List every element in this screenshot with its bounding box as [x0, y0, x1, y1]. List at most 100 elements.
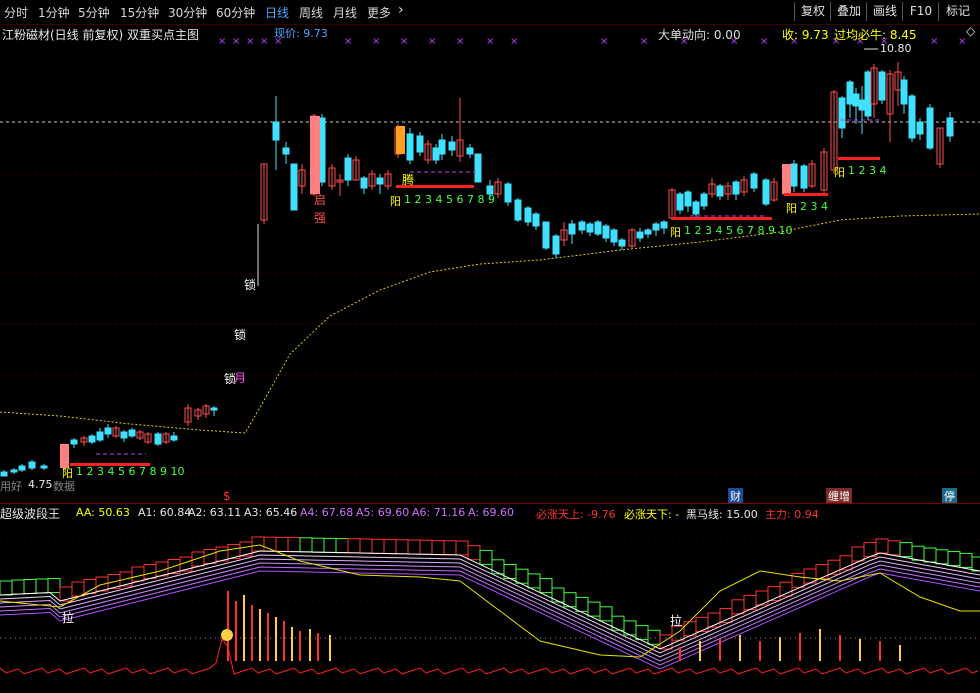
candle-body: [524, 207, 532, 223]
signal-mark: ×: [400, 36, 408, 47]
candle-body: [852, 93, 860, 107]
candle-body: [858, 99, 866, 111]
candle-body: [676, 193, 684, 211]
trend-box: [815, 564, 829, 580]
overlay-button[interactable]: 叠加: [830, 2, 867, 21]
chevron-right-icon[interactable]: ›: [398, 2, 404, 18]
candle-body: [652, 223, 660, 231]
candle-body: [700, 193, 708, 207]
signal-mark: ×: [372, 36, 380, 47]
trend-box: [959, 552, 973, 568]
candlestick-chart[interactable]: × × × × × × × × × × × × × × × × × × × × × × ×: [0, 24, 980, 504]
signal-mark: ×: [600, 36, 608, 47]
candle-body: [10, 469, 18, 473]
trend-box: [575, 596, 589, 612]
chart-area[interactable]: × × × × × × × × × × × × × × × × × × × × × × × 江粉磁材(日线 前复权) 双重买…: [0, 24, 980, 693]
candle-body: [684, 191, 692, 207]
period-tab-timeshare[interactable]: 分时: [4, 4, 28, 21]
trend-box: [599, 606, 613, 622]
candle-body: [514, 199, 522, 221]
candle-body: [448, 141, 456, 151]
trend-box: [11, 579, 25, 595]
candle-body: [660, 221, 668, 229]
indicator-a3: A3: 65.46: [244, 506, 298, 519]
candle-body: [504, 183, 512, 203]
candle-body: [602, 225, 610, 239]
candle-body: [40, 465, 48, 469]
candle-body: [594, 221, 602, 235]
candle-body: [692, 201, 700, 215]
trend-box: [755, 590, 769, 606]
trend-box: [443, 540, 457, 556]
indicator-title: 超级波段王: [0, 507, 61, 521]
mark-button[interactable]: 标记: [938, 2, 977, 21]
signal-bar: [838, 157, 880, 160]
candle-body: [282, 147, 290, 155]
candle-body: [900, 79, 908, 105]
yang-mark: 阳: [62, 467, 73, 480]
trend-box: [311, 537, 325, 553]
candle-body: [406, 133, 414, 161]
trend-box: [947, 551, 961, 567]
period-tab-1min[interactable]: 1分钟: [38, 4, 70, 21]
trend-box: [383, 539, 397, 555]
period-tab-30min[interactable]: 30分钟: [168, 4, 207, 21]
signal-bar: [784, 193, 828, 196]
candle-body: [70, 439, 78, 445]
period-tab-weekly[interactable]: 周线: [299, 4, 323, 21]
signal-mark: ×: [456, 36, 464, 47]
indicator-main-force: 主力: 0.94: [765, 508, 819, 521]
trend-box: [539, 578, 553, 594]
candle-body: [878, 71, 886, 101]
candle-body: [416, 135, 424, 153]
trend-box: [299, 537, 313, 553]
period-tab-monthly[interactable]: 月线: [333, 4, 357, 21]
candle-body: [96, 431, 104, 441]
trend-box: [431, 540, 445, 556]
low-prefix-label: 用好: [0, 480, 22, 493]
candle-body: [926, 107, 934, 149]
candle-body: [552, 235, 560, 255]
adjust-button[interactable]: 复权: [794, 2, 831, 21]
qiang-mark: 强: [314, 211, 327, 225]
candle-body: [636, 231, 644, 239]
period-tab-15min[interactable]: 15分钟: [120, 4, 159, 21]
suspend-badge[interactable]: 停: [942, 488, 957, 504]
signal-mark: ×: [930, 36, 938, 47]
trend-box: [899, 542, 913, 558]
wave-line: [0, 562, 980, 662]
candle-body: [154, 433, 162, 445]
panel-divider: [0, 503, 980, 504]
indicator-a1: A1: 60.84: [138, 506, 192, 519]
period-tab-more[interactable]: 更多: [367, 4, 391, 21]
trend-box: [527, 573, 541, 589]
candle-body: [344, 157, 352, 181]
trend-box: [887, 540, 901, 556]
trend-box: [551, 587, 565, 603]
trend-box: [83, 579, 97, 594]
indicator-chart[interactable]: [0, 521, 980, 693]
trend-box: [731, 599, 745, 615]
candle-body: [474, 153, 482, 183]
period-tab-60min[interactable]: 60分钟: [216, 4, 255, 21]
candle-body: [210, 407, 218, 411]
increase-badge[interactable]: 缠增: [826, 488, 852, 504]
candle-body: [360, 177, 368, 189]
trend-box: [923, 547, 937, 563]
trend-box: [851, 546, 865, 562]
finance-badge[interactable]: 财: [728, 488, 743, 504]
candle-body: [610, 229, 618, 243]
candle-body: [644, 229, 652, 235]
signal-bar: [672, 217, 772, 220]
count-label: 1 2 3 4 5 6 7 8 9: [404, 193, 495, 206]
period-tab-5min[interactable]: 5分钟: [78, 4, 110, 21]
candle-body: [438, 139, 446, 155]
f10-button[interactable]: F10: [902, 2, 939, 21]
period-tab-daily[interactable]: 日线: [265, 4, 289, 21]
draw-line-button[interactable]: 画线: [866, 2, 903, 21]
signal-mark: ×: [218, 36, 226, 47]
yang-mark: 阳: [390, 195, 401, 208]
trend-box: [23, 579, 37, 594]
highlight-candle: [396, 126, 405, 154]
candle-body: [128, 429, 136, 437]
